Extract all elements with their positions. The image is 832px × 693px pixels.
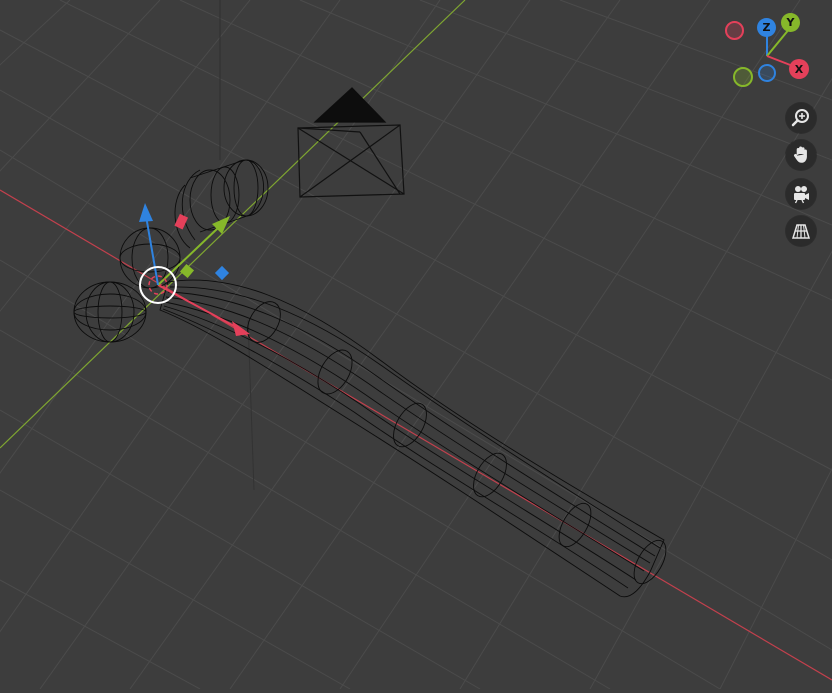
gizmo-yz-plane-handle[interactable]	[179, 263, 195, 279]
gizmo-z-ball[interactable]: Z	[757, 18, 776, 37]
hand-icon	[794, 146, 807, 163]
perspective-toggle-button[interactable]	[786, 216, 816, 246]
gizmo-xy-plane-handle[interactable]	[214, 265, 230, 281]
x-axis-line	[0, 189, 832, 681]
gizmo-negative-x-ball[interactable]	[725, 21, 744, 40]
navigation-gizmo[interactable]: Z Y X	[720, 12, 820, 90]
zoom-button[interactable]	[786, 103, 816, 133]
gizmo-negative-y-ball[interactable]	[733, 67, 753, 87]
scene-canvas[interactable]	[0, 0, 832, 690]
gizmo-y-ball[interactable]: Y	[781, 13, 800, 32]
camera-icon	[794, 186, 809, 204]
floor-grid	[0, 0, 832, 690]
pan-button[interactable]	[786, 140, 816, 170]
hammer-wireframe[interactable]	[73, 159, 672, 598]
gizmo-x-ball[interactable]: X	[789, 59, 809, 79]
zoom-in-icon	[791, 109, 809, 127]
gizmo-z-arrow-head[interactable]	[139, 203, 153, 222]
grid-perspective-icon	[791, 224, 811, 239]
camera-view-button[interactable]	[786, 179, 816, 209]
light-guide-line-lower	[247, 319, 255, 491]
gizmo-negative-z-ball[interactable]	[758, 64, 776, 82]
gizmo-z-arrow-shaft[interactable]	[145, 215, 159, 286]
3d-viewport[interactable]: Z Y X	[0, 0, 832, 690]
